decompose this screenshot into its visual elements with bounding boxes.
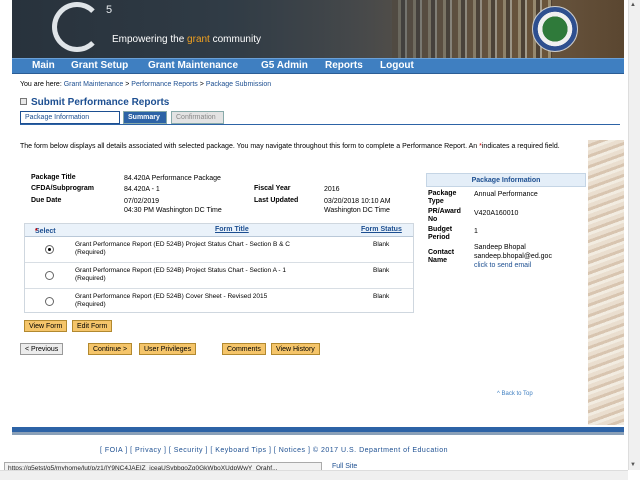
last-updated: 03/20/2018 10:10 AM (324, 198, 391, 205)
table-row[interactable]: Grant Performance Report (ED 524B) Proje… (25, 238, 413, 263)
main-nav: Main Grant Setup Grant Maintenance G5 Ad… (12, 58, 624, 74)
tagline: Empowering the grant community (112, 34, 261, 45)
decorative-image (588, 140, 624, 425)
view-history-button[interactable]: View History (271, 343, 320, 355)
nav-grant-setup[interactable]: Grant Setup (71, 60, 128, 71)
table-row[interactable]: Grant Performance Report (ED 524B) Proje… (25, 264, 413, 289)
edit-form-button[interactable]: Edit Form (72, 320, 113, 332)
contact-name: Sandeep Bhopal (474, 244, 526, 251)
sort-form-title[interactable]: Form Title (215, 226, 249, 233)
tab-package-information[interactable]: Package Information (20, 111, 120, 124)
nav-logout[interactable]: Logout (380, 60, 414, 71)
page-icon (20, 98, 27, 105)
form-radio[interactable] (45, 245, 54, 254)
send-email-link[interactable]: click to send email (474, 261, 531, 270)
tab-confirmation[interactable]: Confirmation (171, 111, 224, 124)
previous-button[interactable]: < Previous (20, 343, 64, 355)
scroll-down-icon[interactable]: ▼ (630, 462, 636, 468)
table-row[interactable]: Grant Performance Report (ED 524B) Cover… (25, 290, 413, 315)
scroll-up-icon[interactable]: ▲ (630, 2, 636, 8)
sort-form-status[interactable]: Form Status (361, 226, 402, 233)
department-seal-icon (532, 6, 578, 52)
horizontal-scrollbar[interactable] (0, 470, 628, 480)
nav-main[interactable]: Main (32, 60, 55, 71)
page-title: Submit Performance Reports (31, 97, 170, 108)
nav-reports[interactable]: Reports (325, 60, 363, 71)
comments-button[interactable]: Comments (222, 343, 266, 355)
full-site-link[interactable]: Full Site (332, 463, 357, 470)
form-radio[interactable] (45, 297, 54, 306)
budget-period: 1 (474, 228, 478, 235)
view-form-button[interactable]: View Form (24, 320, 68, 332)
breadcrumb: You are here: Grant Maintenance > Perfor… (20, 81, 272, 88)
package-info-panel: Package Information Package Type Annual … (426, 173, 586, 273)
breadcrumb-performance-reports[interactable]: Performance Reports (131, 81, 198, 88)
header-banner: 5 Empowering the grant community (12, 0, 624, 58)
form-radio[interactable] (45, 271, 54, 280)
tab-summary[interactable]: Summary (123, 111, 167, 124)
g5-logo (52, 2, 102, 52)
back-to-top-link[interactable]: ^ Back to Top (497, 391, 533, 397)
breadcrumb-package-submission[interactable]: Package Submission (206, 81, 271, 88)
footer-links[interactable]: [ FOIA ] [ Privacy ] [ Security ] [ Keyb… (100, 447, 448, 454)
g5-logo-sup: 5 (106, 4, 113, 16)
last-updated-tz: Washington DC Time (324, 207, 390, 214)
cfda-value: 84.420A - 1 (124, 186, 160, 193)
contact-email: sandeep.bhopal@ed.goc (474, 253, 552, 260)
forms-table-header: Select * Form Title Form Status (25, 224, 413, 237)
package-details: Package Title 84.420A Performance Packag… (31, 174, 391, 214)
intro-text: The form below displays all details asso… (20, 143, 560, 150)
due-time: 04:30 PM Washington DC Time (124, 207, 222, 214)
panel-heading: Package Information (426, 173, 586, 187)
vertical-scrollbar[interactable] (628, 0, 640, 470)
breadcrumb-grant-maintenance[interactable]: Grant Maintenance (64, 81, 124, 88)
nav-grant-maintenance[interactable]: Grant Maintenance (148, 60, 238, 71)
award-number: V420A160010 (474, 210, 519, 217)
user-privileges-button[interactable]: User Privileges (139, 343, 197, 355)
fiscal-year: 2016 (324, 186, 340, 193)
forms-table: Select * Form Title Form Status Grant Per… (24, 223, 414, 313)
package-title: 84.420A Performance Package (124, 175, 221, 182)
continue-button[interactable]: Continue > (88, 343, 133, 355)
nav-g5-admin[interactable]: G5 Admin (261, 60, 308, 71)
package-type: Annual Performance (474, 191, 538, 198)
due-date: 07/02/2019 (124, 198, 160, 205)
